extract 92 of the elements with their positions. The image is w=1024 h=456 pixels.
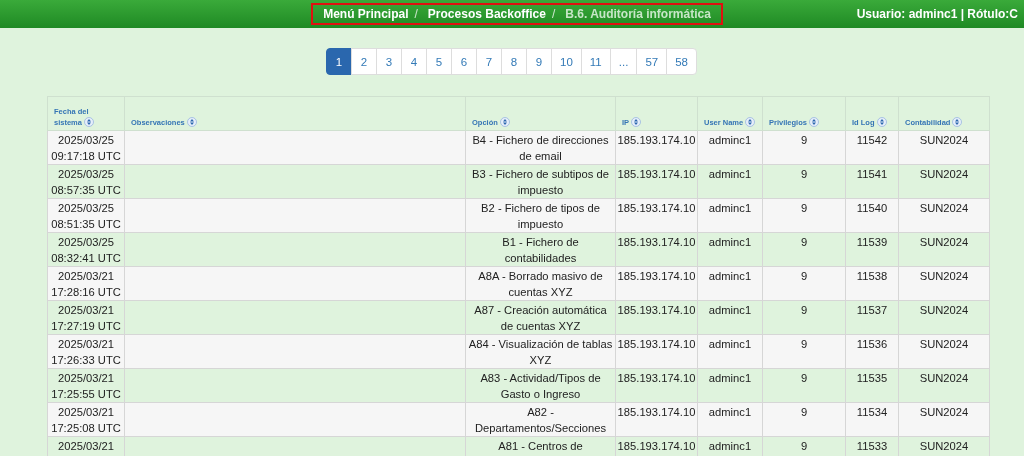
table-cell: adminc1: [697, 198, 763, 233]
page-button[interactable]: 5: [426, 48, 453, 75]
breadcrumb-link[interactable]: B.6. Auditoría informática: [565, 7, 711, 21]
sort-icon[interactable]: [745, 117, 756, 127]
breadcrumb-link[interactable]: Procesos Backoffice: [427, 7, 546, 21]
table-cell: 11539: [845, 232, 899, 267]
page-button[interactable]: 9: [526, 48, 553, 75]
table-cell: 185.193.174.10: [615, 232, 698, 267]
table-cell: adminc1: [697, 334, 763, 369]
table-cell: A84 - Visualización de tablas XYZ: [465, 334, 616, 369]
table-cell: 2025/03/21 17:27:19 UTC: [47, 300, 125, 335]
page-button[interactable]: 58: [666, 48, 697, 75]
page-button[interactable]: 6: [451, 48, 478, 75]
page-button[interactable]: 11: [580, 48, 611, 75]
page-button[interactable]: 8: [501, 48, 528, 75]
page-button[interactable]: 7: [476, 48, 503, 75]
table-cell: 2025/03/21 17:25:08 UTC: [47, 402, 125, 437]
table-cell: 2025/03/21 17:28:16 UTC: [47, 266, 125, 301]
page-button[interactable]: 4: [401, 48, 428, 75]
table-cell: 9: [762, 300, 846, 335]
table-cell: 11537: [845, 300, 899, 335]
table-cell: 2025/03/21 17:25:55 UTC: [47, 368, 125, 403]
table-cell: 9: [762, 368, 846, 403]
sort-icon[interactable]: [83, 117, 94, 127]
table-cell: 9: [762, 334, 846, 369]
table-cell: 185.193.174.10: [615, 368, 698, 403]
table-cell: 2025/03/25 09:17:18 UTC: [47, 130, 125, 165]
page-button[interactable]: 2: [351, 48, 378, 75]
table-cell: 185.193.174.10: [615, 164, 698, 199]
page-button[interactable]: 3: [376, 48, 403, 75]
table-cell: 11534: [845, 402, 899, 437]
breadcrumb-separator: /: [414, 7, 418, 21]
table-cell: 11538: [845, 266, 899, 301]
table-cell: 11536: [845, 334, 899, 369]
page-button[interactable]: 1: [326, 48, 353, 75]
table-cell: 185.193.174.10: [615, 198, 698, 233]
table-cell: adminc1: [697, 164, 763, 199]
table-cell: A83 - Actividad/Tipos de Gasto o Ingreso: [465, 368, 616, 403]
table-cell: 9: [762, 164, 846, 199]
table-cell: SUN2024: [898, 198, 990, 233]
table-cell: B3 - Fichero de subtipos de impuesto: [465, 164, 616, 199]
table-cell: adminc1: [697, 402, 763, 437]
table-cell: 9: [762, 232, 846, 267]
table-cell: 185.193.174.10: [615, 266, 698, 301]
table-cell: A8A - Borrado masivo de cuentas XYZ: [465, 266, 616, 301]
table-cell: 185.193.174.10: [615, 130, 698, 165]
table-cell: adminc1: [697, 368, 763, 403]
table-cell: 2025/03/21: [47, 436, 125, 456]
table-cell: SUN2024: [898, 368, 990, 403]
table-cell: SUN2024: [898, 402, 990, 437]
sort-icon[interactable]: [808, 117, 819, 127]
breadcrumb-separator: /: [551, 7, 556, 21]
sort-icon[interactable]: [186, 117, 197, 127]
table-cell: 11535: [845, 368, 899, 403]
table-cell: SUN2024: [898, 300, 990, 335]
table-cell: 2025/03/21 17:26:33 UTC: [47, 334, 125, 369]
table-cell: 9: [762, 266, 846, 301]
table-cell: 2025/03/25 08:32:41 UTC: [47, 232, 125, 267]
table-cell: A87 - Creación automática de cuentas XYZ: [465, 300, 616, 335]
table-cell: adminc1: [697, 130, 763, 165]
page-button[interactable]: 10: [551, 48, 582, 75]
table-cell: adminc1: [697, 300, 763, 335]
table-cell: 11540: [845, 198, 899, 233]
table-cell: 2025/03/25 08:57:35 UTC: [47, 164, 125, 199]
user-info: Usuario: adminc1 | Rótulo:C: [856, 7, 1018, 21]
table-cell: 9: [762, 402, 846, 437]
table-cell: 9: [762, 198, 846, 233]
sort-icon[interactable]: [499, 117, 510, 127]
table-cell: 11542: [845, 130, 899, 165]
table-cell: SUN2024: [898, 266, 990, 301]
table-cell: 9: [762, 130, 846, 165]
table-cell: A82 - Departamentos/Secciones: [465, 402, 616, 437]
table-cell: adminc1: [697, 266, 763, 301]
table-cell: SUN2024: [898, 130, 990, 165]
table-cell: SUN2024: [898, 334, 990, 369]
breadcrumb-link[interactable]: Menú Principal: [323, 7, 409, 21]
table-cell: adminc1: [697, 232, 763, 267]
table-cell: 185.193.174.10: [615, 402, 698, 437]
sort-icon[interactable]: [876, 117, 887, 127]
table-cell: 185.193.174.10: [615, 334, 698, 369]
table-cell: SUN2024: [898, 232, 990, 267]
table-cell: 2025/03/25 08:51:35 UTC: [47, 198, 125, 233]
sort-icon[interactable]: [952, 117, 963, 127]
table-cell: 185.193.174.10: [615, 300, 698, 335]
table-cell: B2 - Fichero de tipos de impuesto: [465, 198, 616, 233]
table-cell: B1 - Fichero de contabilidades: [465, 232, 616, 267]
table-cell: 11541: [845, 164, 899, 199]
page-button[interactable]: ...: [609, 48, 638, 75]
sort-icon[interactable]: [631, 117, 642, 127]
table-cell: SUN2024: [898, 164, 990, 199]
page-button[interactable]: 57: [636, 48, 668, 75]
table-cell: B4 - Fichero de direcciones de email: [465, 130, 616, 165]
